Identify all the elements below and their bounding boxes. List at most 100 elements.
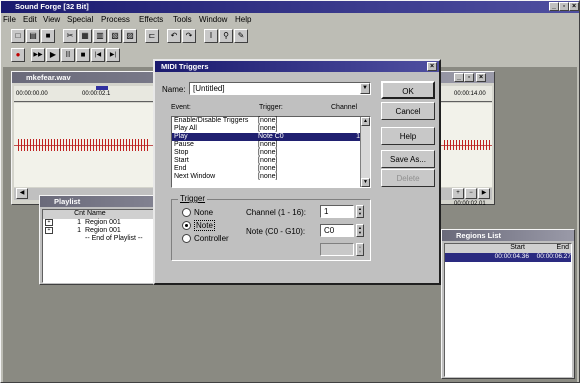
stop-icon[interactable]: ■: [76, 48, 90, 62]
event-row[interactable]: Next Window [none]: [172, 173, 370, 181]
save-icon[interactable]: ■: [41, 29, 55, 43]
radio-note-dot: [185, 224, 188, 227]
trim-icon[interactable]: ⊏: [145, 29, 159, 43]
regions-end-header: End: [556, 244, 569, 251]
go-to-end-icon[interactable]: ▶|: [106, 48, 120, 62]
pause-icon[interactable]: II: [61, 48, 75, 62]
event-row[interactable]: End [none]: [172, 165, 370, 173]
name-label: Name:: [162, 85, 186, 94]
scroll-left-icon[interactable]: ◀: [16, 188, 28, 199]
cut-icon[interactable]: ✂: [63, 29, 77, 43]
regions-row[interactable]: 00:00:04.36 00:00:06.27: [445, 253, 571, 262]
radio-note[interactable]: [182, 221, 191, 230]
event-row[interactable]: Play All [none]: [172, 125, 370, 133]
event-trigger: [none]: [258, 149, 278, 156]
event-channel: [318, 149, 360, 157]
trigger-column-label: Trigger:: [259, 104, 283, 111]
event-list-scrollbar[interactable]: ▲ ▼: [360, 117, 370, 187]
menu-process[interactable]: Process: [101, 15, 130, 24]
paste-special-icon[interactable]: ▨: [123, 29, 137, 43]
app-minimize-button[interactable]: _: [549, 2, 559, 11]
menu-effects[interactable]: Effects: [139, 15, 163, 24]
controller-spin-icon[interactable]: ▲ ▼: [356, 243, 364, 256]
app-maximize-button[interactable]: ▫: [559, 2, 569, 11]
help-button[interactable]: Help: [381, 127, 435, 145]
event-channel: [318, 141, 360, 149]
transport-bar: ● ▶▶ ▶ II ■ |◀ ▶|: [11, 48, 141, 64]
regions-list: Start End 00:00:04.36 00:00:06.27: [444, 243, 572, 377]
paste-icon[interactable]: ▥: [93, 29, 107, 43]
channel-input[interactable]: 1: [320, 205, 354, 218]
playlist-row-count: 1: [77, 219, 81, 226]
menu-tools[interactable]: Tools: [173, 15, 192, 24]
controller-input[interactable]: [320, 243, 354, 256]
dialog-close-button[interactable]: ×: [427, 62, 437, 71]
radio-controller-label[interactable]: Controller: [194, 234, 229, 243]
radio-none[interactable]: [182, 208, 191, 217]
sound-window-maximize-button[interactable]: ▫: [464, 73, 474, 82]
pencil-tool-icon[interactable]: ✎: [234, 29, 248, 43]
event-row[interactable]: Enable/Disable Triggers [none]: [172, 117, 370, 125]
event-trigger: [none]: [258, 141, 278, 148]
event-column-label: Event:: [171, 104, 191, 111]
playlist-count-header: Cnt: [74, 210, 85, 217]
record-icon[interactable]: ●: [11, 48, 25, 62]
name-combobox[interactable]: [Untitled] ▼: [189, 82, 371, 95]
undo-icon[interactable]: ↶: [167, 29, 181, 43]
event-list[interactable]: Enable/Disable Triggers [none] Play All …: [171, 116, 371, 188]
event-trigger: [none]: [258, 117, 278, 124]
name-dropdown-icon[interactable]: ▼: [360, 83, 370, 94]
play-all-icon[interactable]: ▶▶: [31, 48, 45, 62]
event-row[interactable]: Pause [none]: [172, 141, 370, 149]
play-icon[interactable]: ▶: [46, 48, 60, 62]
menu-special[interactable]: Special: [67, 15, 93, 24]
regions-start-header: Start: [510, 244, 525, 251]
time-start-label: 00:00:00.00: [16, 91, 48, 97]
menu-file[interactable]: File: [3, 15, 16, 24]
event-channel: [318, 173, 360, 181]
menu-help[interactable]: Help: [235, 15, 251, 24]
playlist-name-header: Name: [87, 210, 106, 217]
trigger-group-label: Trigger: [178, 194, 208, 203]
edit-tool-icon[interactable]: I: [204, 29, 218, 43]
app-close-button[interactable]: ×: [569, 2, 579, 11]
note-spin-icon[interactable]: ▲ ▼: [356, 224, 364, 237]
cancel-button[interactable]: Cancel: [381, 102, 435, 120]
go-to-start-icon[interactable]: |◀: [91, 48, 105, 62]
event-row[interactable]: Stop [none]: [172, 149, 370, 157]
zoom-out-icon[interactable]: −: [465, 188, 477, 199]
event-name: Play All: [174, 125, 197, 132]
radio-none-label[interactable]: None: [194, 208, 213, 217]
mix-icon[interactable]: ▧: [108, 29, 122, 43]
note-input[interactable]: C0: [320, 224, 354, 237]
scroll-up-icon[interactable]: ▲: [361, 117, 370, 126]
dialog-title-bar: MIDI Triggers: [155, 61, 439, 72]
new-icon[interactable]: □: [11, 29, 25, 43]
channel-spin-icon[interactable]: ▲ ▼: [356, 205, 364, 218]
sound-window-minimize-button[interactable]: _: [454, 73, 464, 82]
cursor-position-label: 00:00:02.01: [454, 201, 486, 207]
event-row[interactable]: Start [none]: [172, 157, 370, 165]
radio-controller[interactable]: [182, 234, 191, 243]
open-icon[interactable]: ▤: [26, 29, 40, 43]
sound-window-close-button[interactable]: ×: [476, 73, 486, 82]
event-channel: 1: [356, 133, 360, 140]
waveform-burst: [444, 140, 490, 150]
event-row-selected[interactable]: Play Note C0 1: [172, 133, 370, 141]
save-as-button[interactable]: Save As...: [381, 150, 435, 168]
menu-window[interactable]: Window: [199, 15, 227, 24]
delete-button[interactable]: Delete: [381, 169, 435, 187]
menu-edit[interactable]: Edit: [23, 15, 37, 24]
radio-note-label[interactable]: Note: [194, 220, 215, 231]
menu-view[interactable]: View: [43, 15, 60, 24]
copy-icon[interactable]: ▦: [78, 29, 92, 43]
redo-icon[interactable]: ↷: [182, 29, 196, 43]
event-name: Play: [174, 133, 188, 140]
note-value: C0: [324, 226, 335, 235]
scroll-down-icon[interactable]: ▼: [361, 178, 370, 187]
ok-button[interactable]: OK: [381, 81, 435, 99]
playlist-row-name: Region 001: [85, 219, 121, 226]
zoom-in-icon[interactable]: +: [452, 188, 464, 199]
magnify-tool-icon[interactable]: ⚲: [219, 29, 233, 43]
scroll-right-icon[interactable]: ▶: [478, 188, 490, 199]
